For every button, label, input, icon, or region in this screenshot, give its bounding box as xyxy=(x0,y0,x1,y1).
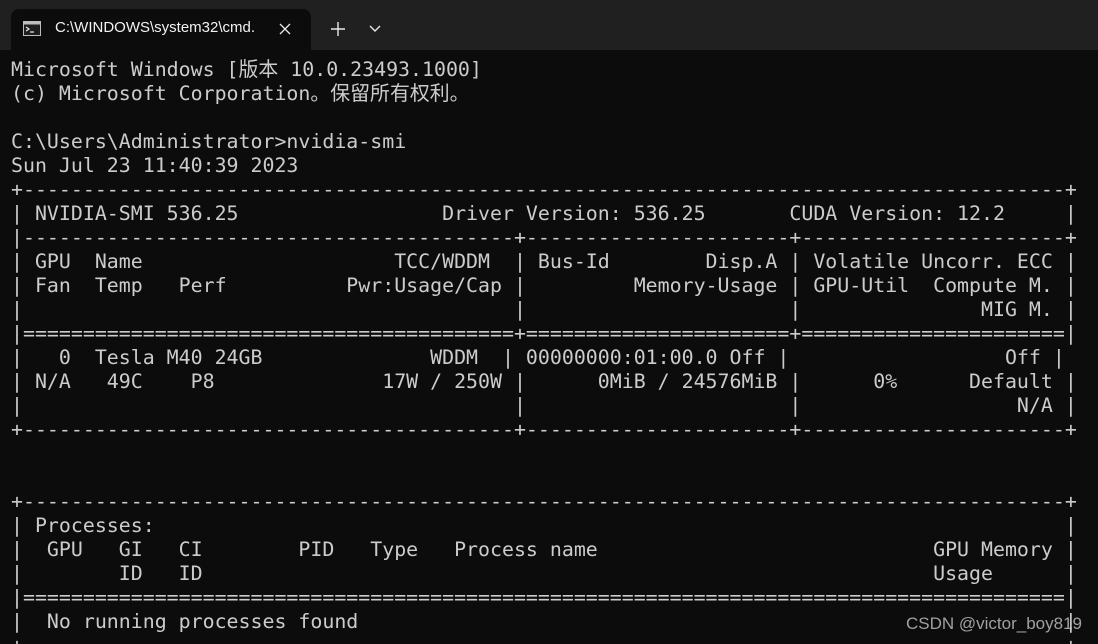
terminal-window: C:\WINDOWS\system32\cmd. Microsoft Windo… xyxy=(0,0,1098,644)
terminal-line: | 0 Tesla M40 24GB WDDM | 00000000:01:00… xyxy=(11,346,1065,369)
terminal-line: | Processes: | xyxy=(11,514,1077,537)
terminal-output[interactable]: Microsoft Windows [版本 10.0.23493.1000] (… xyxy=(11,58,1091,644)
watermark: CSDN @victor_boy819 xyxy=(906,614,1082,633)
tab-dropdown-button[interactable] xyxy=(361,13,389,45)
cmd-icon xyxy=(23,21,41,36)
tab-close-button[interactable] xyxy=(273,17,297,41)
terminal-line: C:\Users\Administrator>nvidia-smi xyxy=(11,130,407,153)
terminal-line: Microsoft Windows [版本 10.0.23493.1000] xyxy=(11,58,482,81)
terminal-line: | GPU GI CI PID Type Process name GPU Me… xyxy=(11,538,1077,561)
terminal-line: | ID ID Usage | xyxy=(11,562,1077,585)
terminal-line: Sun Jul 23 11:40:39 2023 xyxy=(11,154,299,177)
terminal-line: |=======================================… xyxy=(11,322,1077,345)
terminal-line: +---------------------------------------… xyxy=(11,634,1091,644)
terminal-line: | GPU Name TCC/WDDM | Bus-Id Disp.A | Vo… xyxy=(11,250,1077,273)
terminal-line: +---------------------------------------… xyxy=(11,178,1077,201)
chevron-down-icon xyxy=(369,25,381,32)
terminal-line: | N/A 49C P8 17W / 250W | 0MiB / 24576Mi… xyxy=(11,370,1077,393)
plus-icon xyxy=(331,22,345,36)
terminal-line: | | | N/A | xyxy=(11,394,1077,417)
close-icon xyxy=(279,23,291,35)
terminal-line: +---------------------------------------… xyxy=(11,490,1077,513)
terminal-line: (c) Microsoft Corporation。保留所有权利。 xyxy=(11,82,470,105)
tab-cmd[interactable]: C:\WINDOWS\system32\cmd. xyxy=(11,9,311,50)
terminal-line: +---------------------------------------… xyxy=(11,418,1077,441)
tab-title: C:\WINDOWS\system32\cmd. xyxy=(55,19,256,36)
terminal-line: |=======================================… xyxy=(11,586,1077,609)
terminal-line: | Fan Temp Perf Pwr:Usage/Cap | Memory-U… xyxy=(11,274,1077,297)
new-tab-button[interactable] xyxy=(322,13,354,45)
tab-bar: C:\WINDOWS\system32\cmd. xyxy=(0,0,1098,50)
terminal-line: | | | MIG M. | xyxy=(11,298,1077,321)
terminal-line: | NVIDIA-SMI 536.25 Driver Version: 536.… xyxy=(11,202,1077,225)
terminal-line: |---------------------------------------… xyxy=(11,226,1077,249)
